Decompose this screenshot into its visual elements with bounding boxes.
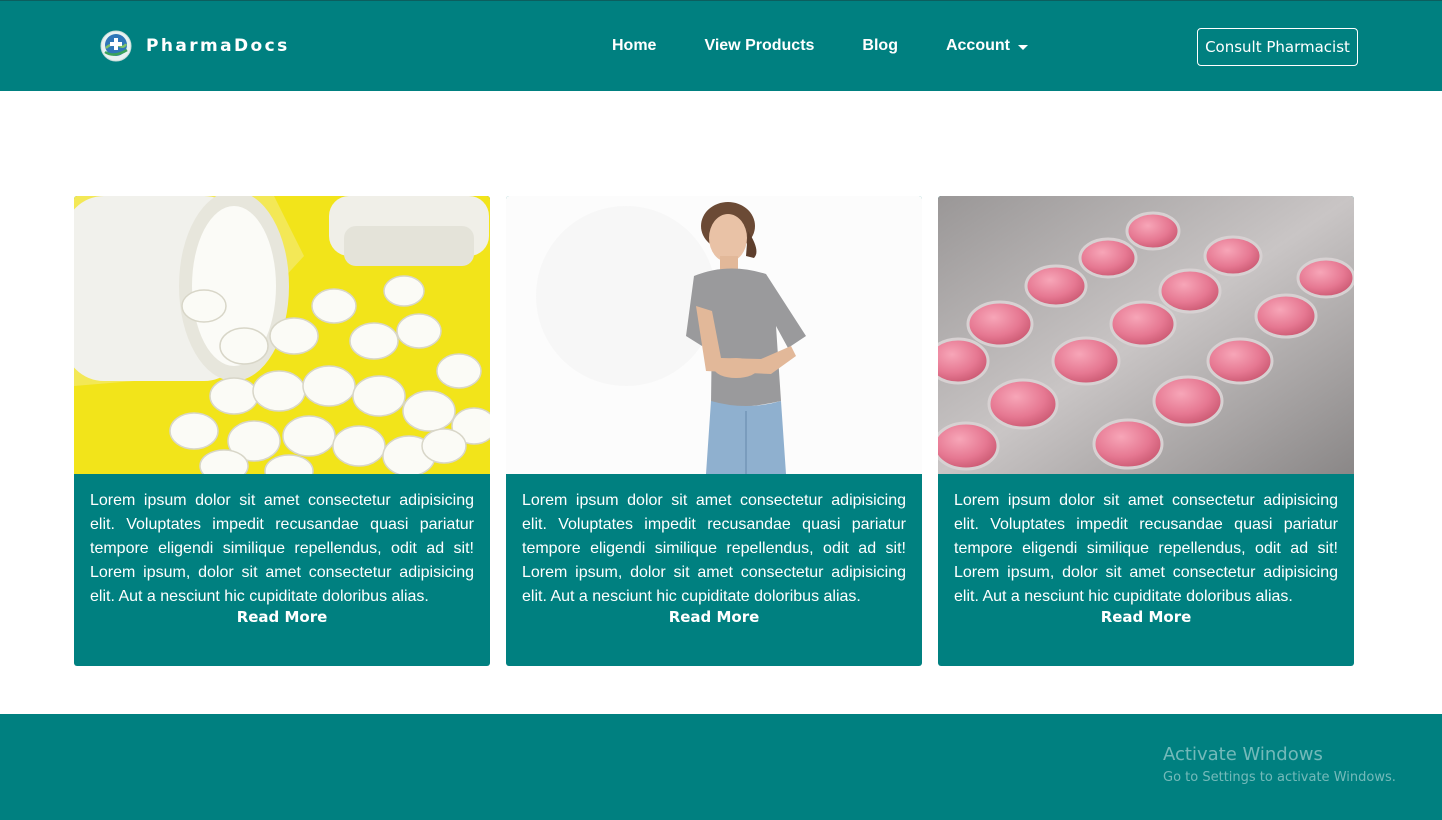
top-navbar: PharmaDocs Home View Products Blog Accou… bbox=[0, 0, 1442, 91]
brand[interactable]: PharmaDocs bbox=[100, 30, 290, 62]
page: PharmaDocs Home View Products Blog Accou… bbox=[0, 0, 1442, 820]
read-more-link[interactable]: Read More bbox=[938, 608, 1354, 626]
brand-name: PharmaDocs bbox=[146, 36, 290, 56]
activate-windows-watermark: Activate Windows Go to Settings to activ… bbox=[1163, 744, 1396, 789]
pills-spilling-from-bottle-image bbox=[74, 196, 490, 474]
main-nav: Home View Products Blog Account bbox=[612, 37, 1028, 55]
nav-blog[interactable]: Blog bbox=[862, 37, 898, 55]
nav-account-label: Account bbox=[945, 37, 1010, 54]
watermark-title: Activate Windows bbox=[1163, 744, 1323, 765]
article-card: Lorem ipsum dolor sit amet consectetur a… bbox=[74, 196, 490, 666]
chevron-down-icon bbox=[1017, 44, 1028, 50]
read-more-link[interactable]: Read More bbox=[74, 608, 490, 626]
nav-account-dropdown[interactable]: Account bbox=[946, 37, 1028, 55]
article-card: Lorem ipsum dolor sit amet consectetur a… bbox=[938, 196, 1354, 666]
consult-pharmacist-button[interactable]: Consult Pharmacist bbox=[1197, 28, 1358, 66]
nav-view-products[interactable]: View Products bbox=[704, 37, 814, 55]
card-description: Lorem ipsum dolor sit amet consectetur a… bbox=[90, 492, 474, 605]
read-more-link[interactable]: Read More bbox=[506, 608, 922, 626]
card-description: Lorem ipsum dolor sit amet consectetur a… bbox=[522, 492, 906, 605]
article-card: Lorem ipsum dolor sit amet consectetur a… bbox=[506, 196, 922, 666]
card-description: Lorem ipsum dolor sit amet consectetur a… bbox=[954, 492, 1338, 605]
woman-holding-stomach-image bbox=[506, 196, 922, 474]
watermark-subtitle: Go to Settings to activate Windows. bbox=[1163, 770, 1396, 785]
nav-home[interactable]: Home bbox=[612, 37, 656, 55]
globe-cross-icon bbox=[100, 30, 132, 62]
pink-pills-blister-pack-image bbox=[938, 196, 1354, 474]
